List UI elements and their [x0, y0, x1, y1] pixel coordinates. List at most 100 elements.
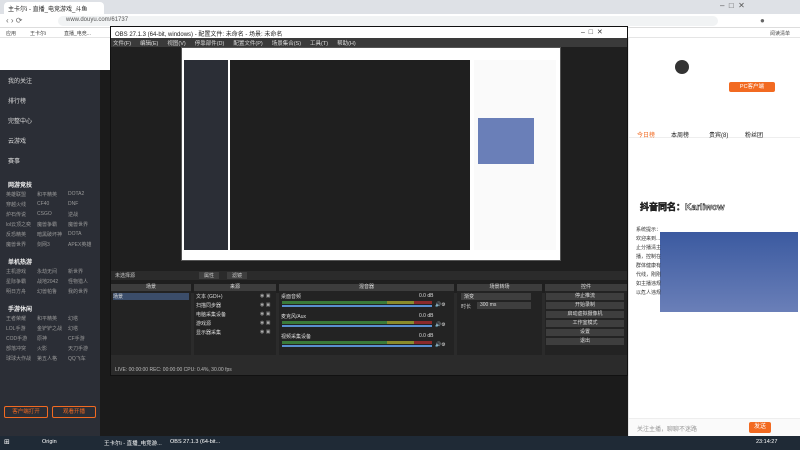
game-category-link[interactable]: CSGO: [37, 211, 52, 217]
url-field[interactable]: www.douyu.com/61737: [58, 16, 718, 26]
game-category-link[interactable]: 明日方舟: [6, 288, 26, 295]
game-category-link[interactable]: 和平精英: [37, 315, 57, 322]
nav-item[interactable]: 云游戏: [8, 136, 26, 145]
obs-preview[interactable]: [111, 47, 627, 293]
game-category-link[interactable]: 穿越火线: [6, 201, 26, 208]
game-category-link[interactable]: COD手游: [6, 335, 27, 342]
game-category-link[interactable]: DOTA: [68, 231, 82, 237]
game-category-link[interactable]: 主机游戏: [6, 268, 26, 275]
send-button[interactable]: 发送: [749, 422, 771, 433]
preview-canvas[interactable]: [181, 47, 561, 261]
game-category-link[interactable]: 炉石传说: [6, 211, 26, 218]
bookmark-apps[interactable]: 应用: [6, 30, 16, 37]
transition-select[interactable]: 渐变: [461, 293, 531, 300]
game-category-link[interactable]: APEX英雄: [68, 241, 91, 248]
obs-control-button[interactable]: 启动虚拟摄像机: [546, 311, 624, 318]
speaker-gear-icon[interactable]: 🔊⚙: [435, 302, 446, 308]
obs-control-button[interactable]: 工作室模式: [546, 320, 624, 327]
profile-icon[interactable]: ●: [760, 16, 765, 25]
game-category-link[interactable]: CF手游: [68, 335, 85, 342]
game-category-link[interactable]: 火影: [37, 345, 47, 352]
tab-fans[interactable]: 粉丝团: [745, 130, 763, 139]
speaker-gear-icon[interactable]: 🔊⚙: [435, 342, 446, 348]
scene-item[interactable]: 场景: [113, 293, 189, 300]
game-category-link[interactable]: QQ飞车: [68, 355, 86, 362]
volume-slider[interactable]: [282, 325, 432, 327]
taskbar-browser[interactable]: 王卡尔i - 直播_电竞游...: [104, 439, 162, 447]
game-category-link[interactable]: 星际争霸: [6, 278, 26, 285]
reading-list[interactable]: 阅读清单: [770, 30, 790, 37]
taskbar-origin[interactable]: Origin: [42, 439, 57, 445]
taskbar-obs[interactable]: OBS 27.1.3 (64-bit...: [170, 439, 220, 445]
game-category-link[interactable]: LOL手游: [6, 325, 25, 332]
eye-lock-icon[interactable]: ◉ ▣: [260, 320, 270, 326]
source-item[interactable]: 游戏源: [196, 320, 211, 327]
game-category-link[interactable]: CF40: [37, 201, 49, 207]
source-item[interactable]: 电脑采集设备: [196, 311, 226, 318]
bookmark-item[interactable]: 直播_电竞...: [64, 30, 91, 37]
avatar[interactable]: [675, 60, 689, 74]
game-category-link[interactable]: 反恐精英: [6, 231, 26, 238]
browser-tab[interactable]: 主卡尔i - 直播_电竞游戏_斗鱼: [4, 2, 104, 14]
game-category-link[interactable]: 金铲铲之战: [37, 325, 62, 332]
duration-field[interactable]: 300 ms: [477, 302, 531, 309]
game-category-link[interactable]: 幻塔: [68, 315, 78, 322]
game-category-link[interactable]: 英雄联盟: [6, 191, 26, 198]
game-category-link[interactable]: 第五人格: [37, 355, 57, 362]
properties-button[interactable]: 属性: [199, 272, 220, 279]
game-category-link[interactable]: 剑网3: [37, 241, 50, 248]
source-item[interactable]: 显示器采集: [196, 329, 221, 336]
game-category-link[interactable]: 新世界: [68, 268, 83, 275]
game-category-link[interactable]: 魔兽争霸: [37, 221, 57, 228]
source-item[interactable]: 文本 (GDI+): [196, 293, 223, 300]
game-category-link[interactable]: 战地2042: [37, 278, 58, 285]
watch-live-button[interactable]: 观看开播: [52, 406, 96, 418]
nav-item[interactable]: 赛事: [8, 156, 20, 165]
back-forward-reload-icon[interactable]: ‹ › ⟳: [6, 16, 22, 25]
volume-slider[interactable]: [282, 305, 432, 307]
game-category-link[interactable]: 天刀手游: [68, 345, 88, 352]
eye-lock-icon[interactable]: ◉ ▣: [260, 302, 270, 308]
nav-item[interactable]: 完整中心: [8, 116, 32, 125]
game-category-link[interactable]: DOTA2: [68, 191, 84, 197]
tab-vip[interactable]: 贵宾(8): [709, 130, 728, 139]
obs-control-button[interactable]: 退出: [546, 338, 624, 345]
bookmark-item[interactable]: 王卡尔i: [30, 30, 46, 37]
obs-control-button[interactable]: 开始录制: [546, 302, 624, 309]
volume-slider[interactable]: [282, 345, 432, 347]
game-category-link[interactable]: 王者荣耀: [6, 315, 26, 322]
pc-client-button[interactable]: PC客户端: [729, 82, 775, 92]
filters-button[interactable]: 滤镜: [227, 272, 248, 279]
game-category-link[interactable]: DNF: [68, 201, 78, 207]
game-category-link[interactable]: 原神: [37, 335, 47, 342]
game-category-link[interactable]: 魔兽世界: [6, 241, 26, 248]
nav-item[interactable]: 排行榜: [8, 96, 26, 105]
client-open-button[interactable]: 客户端打开: [4, 406, 48, 418]
windows-start-icon[interactable]: ⊞: [4, 438, 10, 446]
game-category-link[interactable]: 魔兽世界: [68, 221, 88, 228]
obs-control-button[interactable]: 停止推流: [546, 293, 624, 300]
chat-input[interactable]: 关注主播，聊聊不迷路: [637, 424, 697, 433]
game-category-link[interactable]: 部落冲突: [6, 345, 26, 352]
source-item[interactable]: 扫描同步器: [196, 302, 221, 309]
game-category-link[interactable]: 永劫无间: [37, 268, 57, 275]
game-category-link[interactable]: 球球大作战: [6, 355, 31, 362]
game-category-link[interactable]: 幻塔: [68, 325, 78, 332]
game-category-link[interactable]: 怪物猎人: [68, 278, 88, 285]
window-controls[interactable]: – □ ✕: [720, 1, 745, 10]
speaker-gear-icon[interactable]: 🔊⚙: [435, 322, 446, 328]
obs-control-button[interactable]: 设置: [546, 329, 624, 336]
tab-today[interactable]: 今日榜: [637, 130, 655, 139]
eye-lock-icon[interactable]: ◉ ▣: [260, 293, 270, 299]
tab-week[interactable]: 本周榜: [671, 130, 689, 139]
eye-lock-icon[interactable]: ◉ ▣: [260, 329, 270, 335]
game-category-link[interactable]: lol云顶之奕: [6, 221, 31, 228]
game-category-link[interactable]: 逆战: [68, 211, 78, 218]
game-category-link[interactable]: 暗黑破坏神: [37, 231, 62, 238]
game-category-link[interactable]: 我的世界: [68, 288, 88, 295]
game-category-link[interactable]: 幻兽帕鲁: [37, 288, 57, 295]
eye-lock-icon[interactable]: ◉ ▣: [260, 311, 270, 317]
obs-window-controls[interactable]: – □ ✕: [581, 28, 603, 36]
nav-item[interactable]: 我的关注: [8, 76, 32, 85]
game-category-link[interactable]: 和平精英: [37, 191, 57, 198]
